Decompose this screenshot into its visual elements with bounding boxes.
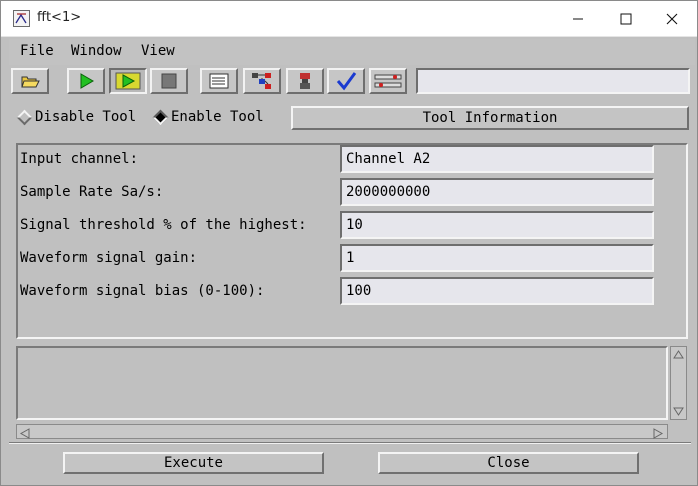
menu-bar: File Window View — [9, 39, 695, 65]
probe-icon — [300, 73, 310, 89]
check-button[interactable] — [327, 68, 365, 94]
horizontal-scrollbar[interactable] — [16, 424, 668, 439]
parameters-panel: Input channel: Channel A2 Sample Rate Sa… — [16, 143, 688, 339]
signal-threshold-field[interactable]: 10 — [340, 211, 654, 239]
divider — [9, 442, 691, 444]
param-label: Waveform signal bias (0-100): — [20, 283, 265, 299]
param-label: Waveform signal gain: — [20, 250, 198, 266]
vertical-scroll-arrows-icon — [673, 350, 684, 416]
open-button[interactable] — [11, 68, 49, 94]
signal-bias-field[interactable]: 100 — [340, 277, 654, 305]
close-button[interactable]: Close — [378, 452, 639, 474]
run-step-button[interactable] — [109, 68, 147, 94]
output-text-area[interactable] — [16, 346, 668, 420]
disable-tool-radio[interactable]: Disable Tool — [16, 109, 137, 125]
radio-on-icon — [152, 109, 169, 125]
list-icon — [209, 73, 229, 89]
checkmark-icon — [336, 72, 357, 91]
tools-button[interactable] — [369, 68, 407, 94]
param-label: Signal threshold % of the highest: — [20, 217, 307, 233]
menu-view[interactable]: View — [141, 43, 175, 59]
close-icon — [666, 13, 678, 25]
toolbar — [9, 65, 695, 97]
enable-tool-radio[interactable]: Enable Tool — [152, 109, 264, 125]
param-label: Input channel: — [20, 151, 139, 167]
window-title: fft<1> — [37, 10, 82, 25]
menu-file[interactable]: File — [20, 43, 54, 59]
minimize-button[interactable] — [555, 1, 601, 37]
stop-button[interactable] — [150, 68, 188, 94]
network-icon — [252, 73, 271, 89]
title-bar[interactable]: fft<1> — [1, 1, 697, 37]
maximize-icon — [620, 13, 632, 25]
app-icon — [13, 10, 30, 27]
input-channel-field[interactable]: Channel A2 — [340, 145, 654, 173]
tools-icon — [374, 74, 402, 88]
run-icon — [80, 73, 94, 89]
run-step-icon — [115, 72, 141, 90]
fft-window: fft<1> File Window View Disable Tool Ena… — [0, 0, 698, 486]
list-button[interactable] — [200, 68, 238, 94]
horizontal-scroll-arrows-icon — [19, 428, 664, 439]
radio-off-icon — [16, 109, 33, 125]
disable-tool-label: Disable Tool — [35, 109, 137, 125]
tool-information-button[interactable]: Tool Information — [291, 106, 689, 130]
close-window-button[interactable] — [649, 1, 695, 37]
execute-button[interactable]: Execute — [63, 452, 324, 474]
open-folder-icon — [21, 76, 40, 88]
network-button[interactable] — [243, 68, 281, 94]
probe-button[interactable] — [286, 68, 324, 94]
minimize-icon — [573, 18, 583, 20]
toolbar-status-field — [416, 68, 690, 94]
stop-icon — [161, 73, 177, 89]
sample-rate-field[interactable]: 2000000000 — [340, 178, 654, 206]
maximize-button[interactable] — [603, 1, 649, 37]
menu-window[interactable]: Window — [71, 43, 122, 59]
vertical-scrollbar[interactable] — [670, 346, 687, 420]
param-label: Sample Rate Sa/s: — [20, 184, 164, 200]
signal-gain-field[interactable]: 1 — [340, 244, 654, 272]
enable-tool-label: Enable Tool — [171, 109, 264, 125]
run-button[interactable] — [67, 68, 105, 94]
